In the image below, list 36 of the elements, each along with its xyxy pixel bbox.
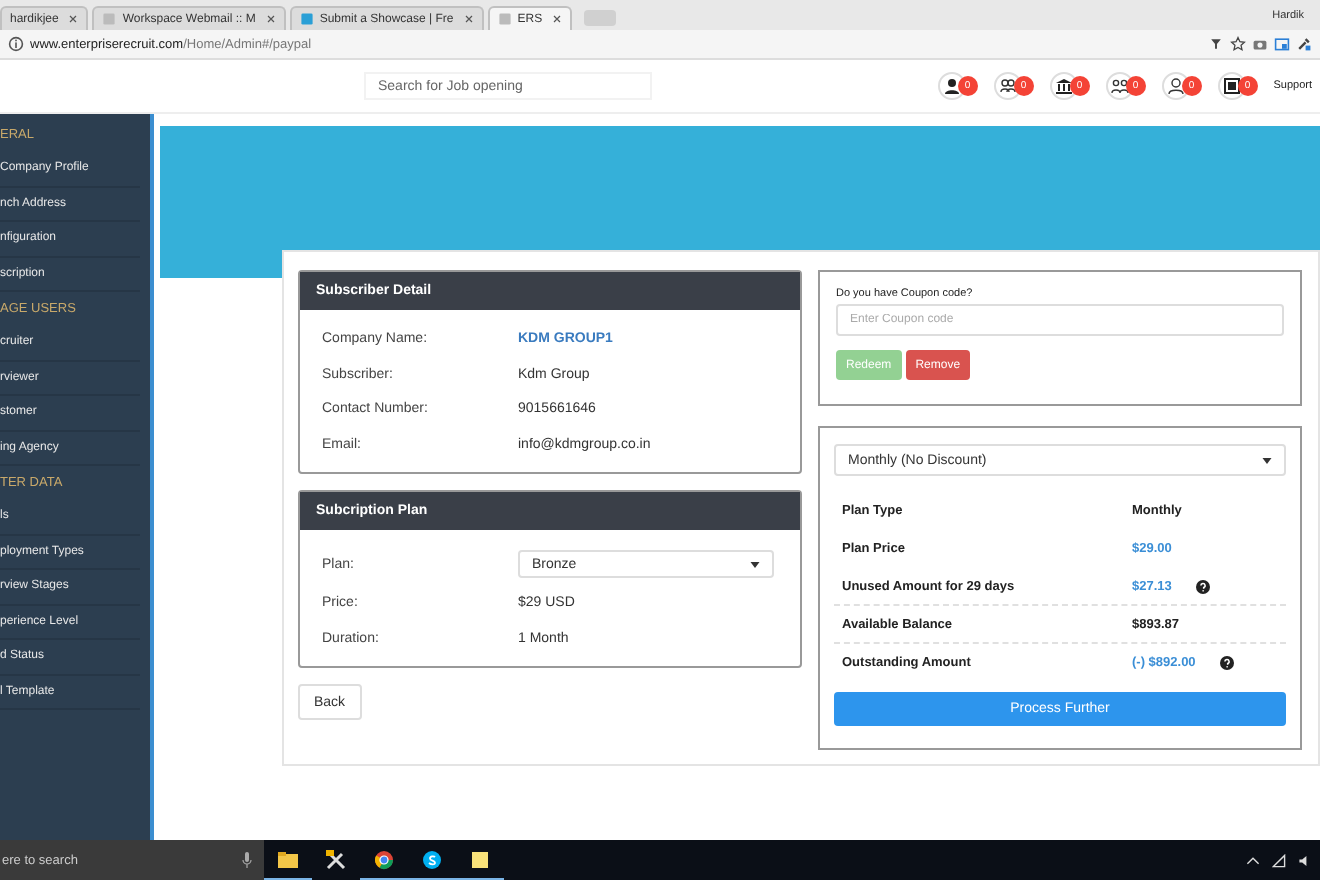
icon-button[interactable] xyxy=(937,72,966,100)
person-icon xyxy=(941,76,962,96)
note-icon xyxy=(470,849,490,869)
close-icon[interactable] xyxy=(463,14,474,24)
window-icon[interactable] xyxy=(1274,36,1290,52)
caret-icon xyxy=(750,561,760,567)
help-icon[interactable] xyxy=(1219,655,1234,669)
page-icon xyxy=(299,12,314,26)
user-outline-icon xyxy=(1165,76,1186,96)
icon-button[interactable] xyxy=(1161,72,1190,100)
filter-icon[interactable] xyxy=(1208,36,1224,52)
camera-icon[interactable] xyxy=(1252,36,1268,52)
tools-icon xyxy=(326,850,346,870)
caret-icon xyxy=(1262,457,1272,463)
close-icon[interactable] xyxy=(552,14,563,24)
star-icon[interactable] xyxy=(1230,36,1246,52)
icon-button[interactable] xyxy=(1105,72,1134,100)
page-icon xyxy=(497,12,512,26)
help-icon[interactable] xyxy=(1195,579,1210,593)
close-icon[interactable] xyxy=(265,14,276,24)
icon-button[interactable] xyxy=(1217,72,1246,100)
microphone-icon xyxy=(242,852,252,868)
info-icon[interactable] xyxy=(8,36,24,52)
chat-icon xyxy=(422,849,442,869)
id-card-icon xyxy=(1221,76,1242,96)
bank-icon xyxy=(1053,76,1074,96)
browser-icon xyxy=(374,849,394,869)
speaker-icon[interactable] xyxy=(1298,853,1312,867)
folder-icon xyxy=(278,849,298,869)
people-icon xyxy=(997,76,1018,96)
icon-button[interactable] xyxy=(1049,72,1078,100)
page-icon xyxy=(102,12,117,26)
icon-button[interactable] xyxy=(993,72,1022,100)
wrench-icon[interactable] xyxy=(1296,36,1312,52)
close-icon[interactable] xyxy=(68,14,79,24)
chevron-up-icon[interactable] xyxy=(1246,853,1260,867)
